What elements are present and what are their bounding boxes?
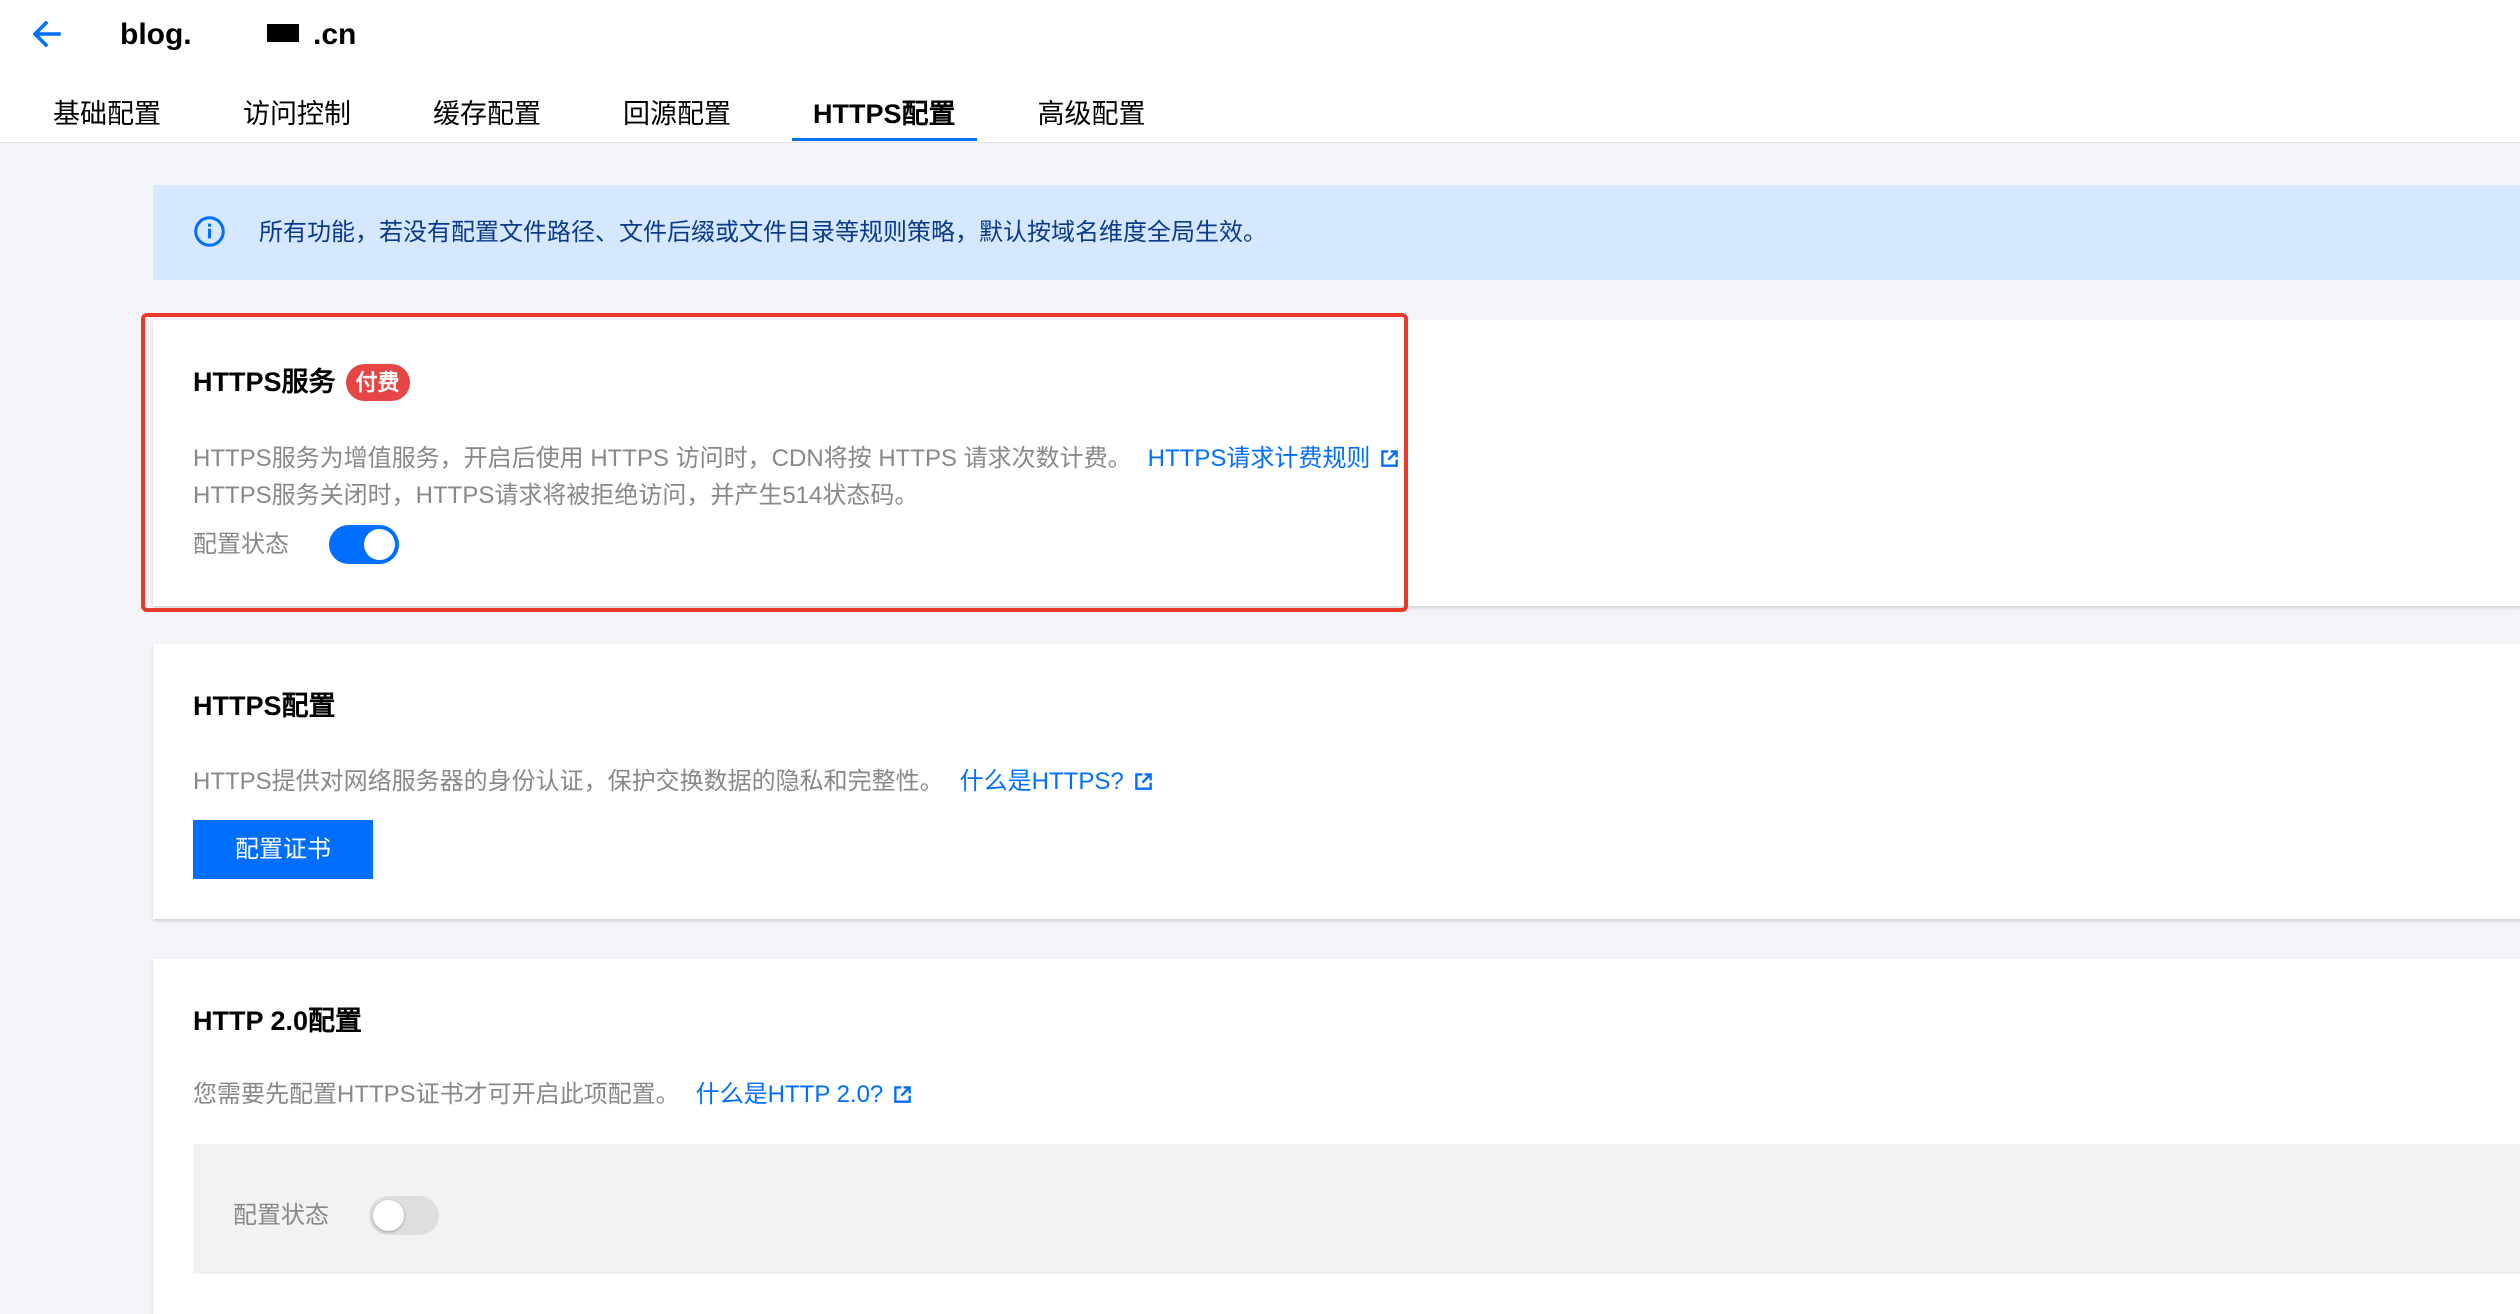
https-service-description: HTTPS服务为增值服务，开启后使用 HTTPS 访问时，CDN将按 HTTPS… <box>193 440 1399 514</box>
info-notice-banner: 所有功能，若没有配置文件路径、文件后缀或文件目录等规则策略，默认按域名维度全局生… <box>153 185 2520 280</box>
http2-status-row: 配置状态 <box>233 1196 439 1235</box>
domain-name-suffix: .cn <box>313 18 357 51</box>
status-label: 配置状态 <box>193 531 289 558</box>
https-service-status-row: 配置状态 <box>193 525 399 564</box>
configure-certificate-button[interactable]: 配置证书 <box>193 820 373 879</box>
description-line: HTTPS提供对网络服务器的身份认证，保护交换数据的隐私和完整性。 什么是HTTP… <box>193 763 1153 800</box>
http2-config-card: HTTP 2.0配置 您需要先配置HTTPS证书才可开启此项配置。 什么是HTTP… <box>153 959 2520 1314</box>
https-config-title-row: HTTPS配置 <box>193 686 336 726</box>
card-title: HTTP 2.0配置 <box>193 1006 363 1036</box>
http2-toggle[interactable] <box>369 1196 439 1235</box>
page-header: blog. .cn 基础配置 访问控制 缓存配置 回源配置 HTTPS配置 高级… <box>0 0 2520 143</box>
tab-origin-config[interactable]: 回源配置 <box>602 92 752 141</box>
redacted-domain-part <box>267 24 299 42</box>
description-line: HTTPS服务为增值服务，开启后使用 HTTPS 访问时，CDN将按 HTTPS… <box>193 440 1399 477</box>
arrow-left-icon[interactable] <box>31 20 61 48</box>
external-link-icon[interactable] <box>1380 449 1399 468</box>
description-text: 您需要先配置HTTPS证书才可开启此项配置。 <box>193 1081 680 1108</box>
external-link-icon[interactable] <box>1134 772 1153 791</box>
tab-basic-config[interactable]: 基础配置 <box>32 92 182 141</box>
https-service-title-row: HTTPS服务 付费 <box>193 362 410 402</box>
https-service-toggle[interactable] <box>329 525 399 564</box>
card-title: HTTPS服务 <box>193 367 336 397</box>
what-is-https-link[interactable]: 什么是HTTPS? <box>960 768 1124 795</box>
http2-status-panel: 配置状态 <box>193 1144 2520 1274</box>
description-text: HTTPS服务为增值服务，开启后使用 HTTPS 访问时，CDN将按 HTTPS… <box>193 445 1132 472</box>
tab-https-config[interactable]: HTTPS配置 <box>792 92 977 141</box>
description-line: HTTPS服务关闭时，HTTPS请求将被拒绝访问，并产生514状态码。 <box>193 482 919 509</box>
external-link-icon[interactable] <box>893 1085 912 1104</box>
tab-cache-config[interactable]: 缓存配置 <box>412 92 562 141</box>
domain-name-prefix: blog. <box>120 18 192 51</box>
tab-access-control[interactable]: 访问控制 <box>222 92 372 141</box>
description-text: HTTPS提供对网络服务器的身份认证，保护交换数据的隐私和完整性。 <box>193 768 944 795</box>
http2-config-title-row: HTTP 2.0配置 <box>193 1001 362 1041</box>
https-config-description: HTTPS提供对网络服务器的身份认证，保护交换数据的隐私和完整性。 什么是HTTP… <box>193 763 1153 800</box>
config-tabs: 基础配置 访问控制 缓存配置 回源配置 HTTPS配置 高级配置 <box>32 92 1207 141</box>
billing-rules-link[interactable]: HTTPS请求计费规则 <box>1148 445 1371 472</box>
notice-text: 所有功能，若没有配置文件路径、文件后缀或文件目录等规则策略，默认按域名维度全局生… <box>259 219 1267 246</box>
status-label: 配置状态 <box>233 1202 329 1229</box>
paid-badge: 付费 <box>345 363 410 401</box>
toggle-knob <box>373 1200 404 1231</box>
tab-advanced-config[interactable]: 高级配置 <box>1017 92 1167 141</box>
description-line: 您需要先配置HTTPS证书才可开启此项配置。 什么是HTTP 2.0? <box>193 1076 912 1113</box>
https-config-card: HTTPS配置 HTTPS提供对网络服务器的身份认证，保护交换数据的隐私和完整性… <box>153 644 2520 919</box>
http2-config-description: 您需要先配置HTTPS证书才可开启此项配置。 什么是HTTP 2.0? <box>193 1076 912 1113</box>
card-title: HTTPS配置 <box>193 691 336 721</box>
info-icon <box>193 215 226 248</box>
toggle-knob <box>364 529 395 560</box>
https-service-card: HTTPS服务 付费 HTTPS服务为增值服务，开启后使用 HTTPS 访问时，… <box>153 320 2520 606</box>
what-is-http2-link[interactable]: 什么是HTTP 2.0? <box>696 1081 884 1108</box>
